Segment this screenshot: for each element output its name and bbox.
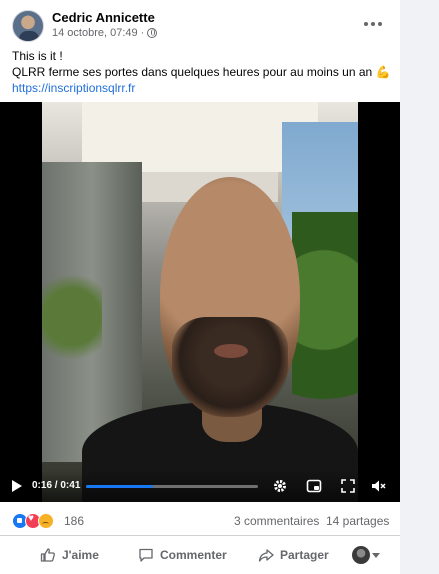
like-button[interactable]: J'aime [40,541,99,569]
post-text: This is it ! QLRR ferme ses portes dans … [12,48,392,96]
more-options-button[interactable] [358,14,388,34]
progress-fill [86,485,154,488]
reaction-icons[interactable] [12,513,58,529]
video-time: 0:16 / 0:41 [32,480,81,491]
meta-separator: · [140,27,145,39]
post-text-line-2-text: QLRR ferme ses portes dans quelques heur… [12,65,373,79]
current-time: 0:16 [32,480,53,491]
globe-icon [147,28,158,38]
share-button[interactable]: Partager [258,541,329,569]
author-name[interactable]: Cedric Annicette [52,10,155,25]
post-header: Cedric Annicette 14 octobre, 07:49 · [0,0,400,46]
more-options-icon [364,22,368,26]
author-avatar[interactable] [12,10,44,42]
post-text-line-1: This is it ! [12,49,63,63]
picture-in-picture-icon[interactable] [306,478,322,494]
chevron-down-icon [372,552,380,558]
reaction-count[interactable]: 186 [64,514,84,528]
page-background [400,0,439,574]
user-avatar [352,546,370,564]
comment-icon [139,548,153,562]
duration: 0:41 [60,480,81,491]
audience-selector[interactable] [352,541,380,569]
post-timestamp[interactable]: 14 octobre, 07:49 [52,27,138,39]
thumbs-up-icon [40,548,55,562]
video-controls: 0:16 / 0:41 [0,470,400,502]
comment-button[interactable]: Commenter [138,541,227,569]
sad-reaction-icon [38,513,54,529]
share-icon [258,549,274,562]
comment-label: Commenter [160,548,227,562]
video-player[interactable]: 0:16 / 0:41 [0,102,400,502]
video-frame [42,102,358,502]
shares-count[interactable]: 14 partages [326,514,389,528]
post-card: Cedric Annicette 14 octobre, 07:49 · Thi… [0,0,400,574]
play-icon[interactable] [12,480,22,492]
fullscreen-icon[interactable] [340,478,356,494]
flexed-biceps-icon: 💪 [375,65,391,79]
share-label: Partager [280,548,329,562]
progress-bar[interactable] [86,485,258,488]
post-link[interactable]: https://inscriptionsqlrr.fr [12,81,135,95]
gear-icon[interactable] [272,478,288,494]
like-label: J'aime [62,548,99,562]
post-meta: 14 octobre, 07:49 · [52,27,158,39]
reactions-bar: 186 3 commentaires 14 partages [0,504,400,536]
post-actions: J'aime Commenter Partager [0,537,400,573]
post-text-line-2: QLRR ferme ses portes dans quelques heur… [12,64,392,80]
comments-count[interactable]: 3 commentaires [234,514,319,528]
volume-muted-icon[interactable] [370,478,386,494]
